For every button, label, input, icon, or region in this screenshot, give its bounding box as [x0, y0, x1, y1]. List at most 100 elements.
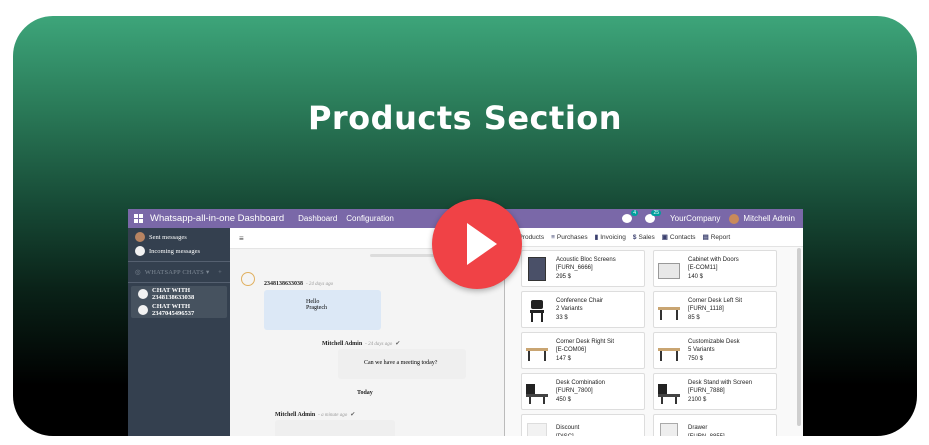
product-code: 2 Variants — [556, 306, 583, 313]
sidebar-item-sent[interactable]: Sent messages — [128, 230, 230, 244]
desk-icon — [526, 339, 548, 363]
message-sender: Mitchell Admin — [322, 341, 363, 347]
message-time: - 24 days ago — [365, 342, 393, 347]
chat-badge: 4 — [631, 210, 639, 216]
menu-dashboard[interactable]: Dashboard — [298, 214, 337, 223]
contact-icon: ▣ — [661, 234, 668, 241]
hamburger-icon[interactable]: ≡ — [239, 234, 244, 243]
promo-card: Products Section Whatsapp-all-in-one Das… — [13, 16, 917, 436]
user-avatar[interactable] — [729, 213, 740, 224]
product-card[interactable]: Corner Desk Left Sit [FURN_1118] 85 $ — [653, 291, 777, 328]
product-card[interactable]: Corner Desk Right Sit [E-COM06] 147 $ — [521, 332, 645, 369]
scrollbar[interactable] — [797, 248, 801, 426]
list-icon: ≡ — [551, 233, 555, 241]
product-price: 450 $ — [556, 396, 572, 403]
chat-icon[interactable]: 4 — [622, 210, 639, 223]
message-sender: 2348138633038 — [264, 281, 303, 287]
message-bubble: Can we have a meeting today? — [338, 349, 466, 379]
avatar — [135, 232, 145, 242]
day-divider: Today — [357, 390, 373, 396]
product-info: Discount [DISC] — [556, 424, 579, 436]
message-text: Can we have a meeting today? — [364, 360, 438, 366]
company-switcher[interactable]: YourCompany — [670, 214, 720, 223]
tab-report[interactable]: ▤ Report — [703, 233, 731, 241]
product-code: [E-COM11] — [688, 265, 718, 272]
play-button[interactable] — [432, 199, 522, 289]
product-info: Corner Desk Right Sit [E-COM06] 147 $ — [556, 338, 614, 364]
avatar — [138, 305, 148, 315]
product-code: 5 Variants — [688, 347, 715, 354]
whatsapp-icon: ◎ — [135, 269, 141, 276]
product-info: Desk Combination [FURN_7800] 450 $ — [556, 379, 605, 405]
product-code: [E-COM06] — [556, 347, 587, 354]
tab-contacts[interactable]: ▣ Contacts — [662, 233, 696, 241]
product-card[interactable]: Acoustic Bloc Screens [FURN_6666] 295 $ — [521, 250, 645, 287]
tab-label: Report — [710, 234, 731, 241]
divider — [128, 261, 230, 262]
message-time: - a minute ago — [318, 413, 348, 418]
chat-item[interactable]: CHAT WITH 2347045496537 — [131, 302, 227, 318]
report-icon: ▤ — [702, 234, 709, 241]
cabinet-icon — [658, 257, 680, 281]
products-tabs: ⊞Products ≡Purchases ▮Invoicing $Sales ▣… — [505, 228, 803, 247]
message-time: - 24 days ago — [306, 282, 334, 287]
product-price: 85 $ — [688, 314, 700, 321]
product-card[interactable]: Discount [DISC] — [521, 414, 645, 436]
product-card[interactable]: Drawer [FURN_8855] — [653, 414, 777, 436]
product-info: Acoustic Bloc Screens [FURN_6666] 295 $ — [556, 256, 616, 282]
activity-icon[interactable]: 25 — [645, 210, 662, 223]
product-code: [FURN_8855] — [688, 433, 725, 437]
avatar — [135, 246, 145, 256]
tab-label: Products — [518, 234, 545, 241]
apps-grid-icon[interactable] — [134, 213, 144, 224]
app-title: Whatsapp-all-in-one Dashboard — [150, 213, 285, 224]
chat-item-label: CHAT WITH 2348138633038 — [152, 287, 195, 301]
tab-invoicing[interactable]: ▮ Invoicing — [595, 233, 626, 241]
chevron-down-icon[interactable]: ▾ — [206, 268, 209, 276]
product-price: 140 $ — [688, 273, 704, 280]
product-name: Corner Desk Left Sit — [688, 297, 743, 304]
tab-purchases[interactable]: ≡ Purchases — [551, 234, 588, 241]
chat-item[interactable]: CHAT WITH 2348138633038 — [131, 286, 227, 302]
check-icon: ✔ — [350, 412, 356, 418]
message-text: Pragtech — [306, 305, 327, 311]
tab-sales[interactable]: $ Sales — [633, 234, 655, 241]
message-bubble: Hello Pragtech — [264, 290, 381, 330]
menu-configuration[interactable]: Configuration — [346, 214, 394, 223]
chair-icon — [526, 298, 548, 322]
product-info: Drawer [FURN_8855] — [688, 424, 725, 436]
avatar — [138, 289, 148, 299]
tab-label: Purchases — [556, 233, 588, 241]
message-header: Mitchell Admin - 24 days ago ✔ — [322, 340, 400, 347]
product-card[interactable]: Conference Chair 2 Variants 33 $ — [521, 291, 645, 328]
check-icon: ✔ — [395, 341, 401, 347]
product-info: Conference Chair 2 Variants 33 $ — [556, 297, 603, 323]
product-code: [FURN_7800] — [556, 388, 593, 395]
product-card[interactable]: Customizable Desk 5 Variants 750 $ — [653, 332, 777, 369]
message-header: Mitchell Admin - a minute ago ✔ — [275, 411, 355, 418]
tab-label: Sales — [638, 233, 655, 241]
sidebar-item-incoming[interactable]: Incoming messages — [128, 244, 230, 258]
add-chat-button[interactable]: + — [218, 269, 222, 276]
divider — [128, 282, 230, 283]
product-name: Desk Stand with Screen — [688, 379, 753, 386]
product-price: 750 $ — [688, 355, 704, 362]
sidebar-item-label: Sent messages — [149, 233, 187, 241]
product-card[interactable]: Cabinet with Doors [E-COM11] 140 $ — [653, 250, 777, 287]
user-menu[interactable]: Mitchell Admin — [743, 214, 795, 223]
chats-header: ◎ WHATSAPP CHATS ▾ + — [128, 265, 230, 279]
chat-item-label: CHAT WITH 2347045496537 — [152, 303, 195, 317]
headline: Products Section — [307, 99, 623, 137]
product-info: Desk Stand with Screen [FURN_7888] 2100 $ — [688, 379, 752, 405]
activity-badge: 25 — [651, 210, 662, 216]
product-price: 147 $ — [556, 355, 572, 362]
screen-icon — [526, 256, 548, 281]
product-name: Discount — [556, 425, 580, 431]
product-card[interactable]: Desk Stand with Screen [FURN_7888] 2100 $ — [653, 373, 777, 410]
products-panel: ⊞Products ≡Purchases ▮Invoicing $Sales ▣… — [505, 228, 803, 436]
desk-combo-icon — [658, 380, 680, 404]
product-card[interactable]: Desk Combination [FURN_7800] 450 $ — [521, 373, 645, 410]
product-grid: Acoustic Bloc Screens [FURN_6666] 295 $ Cab… — [521, 250, 777, 436]
product-name: Customizable Desk — [688, 338, 740, 345]
book-icon: ▮ — [594, 234, 599, 241]
